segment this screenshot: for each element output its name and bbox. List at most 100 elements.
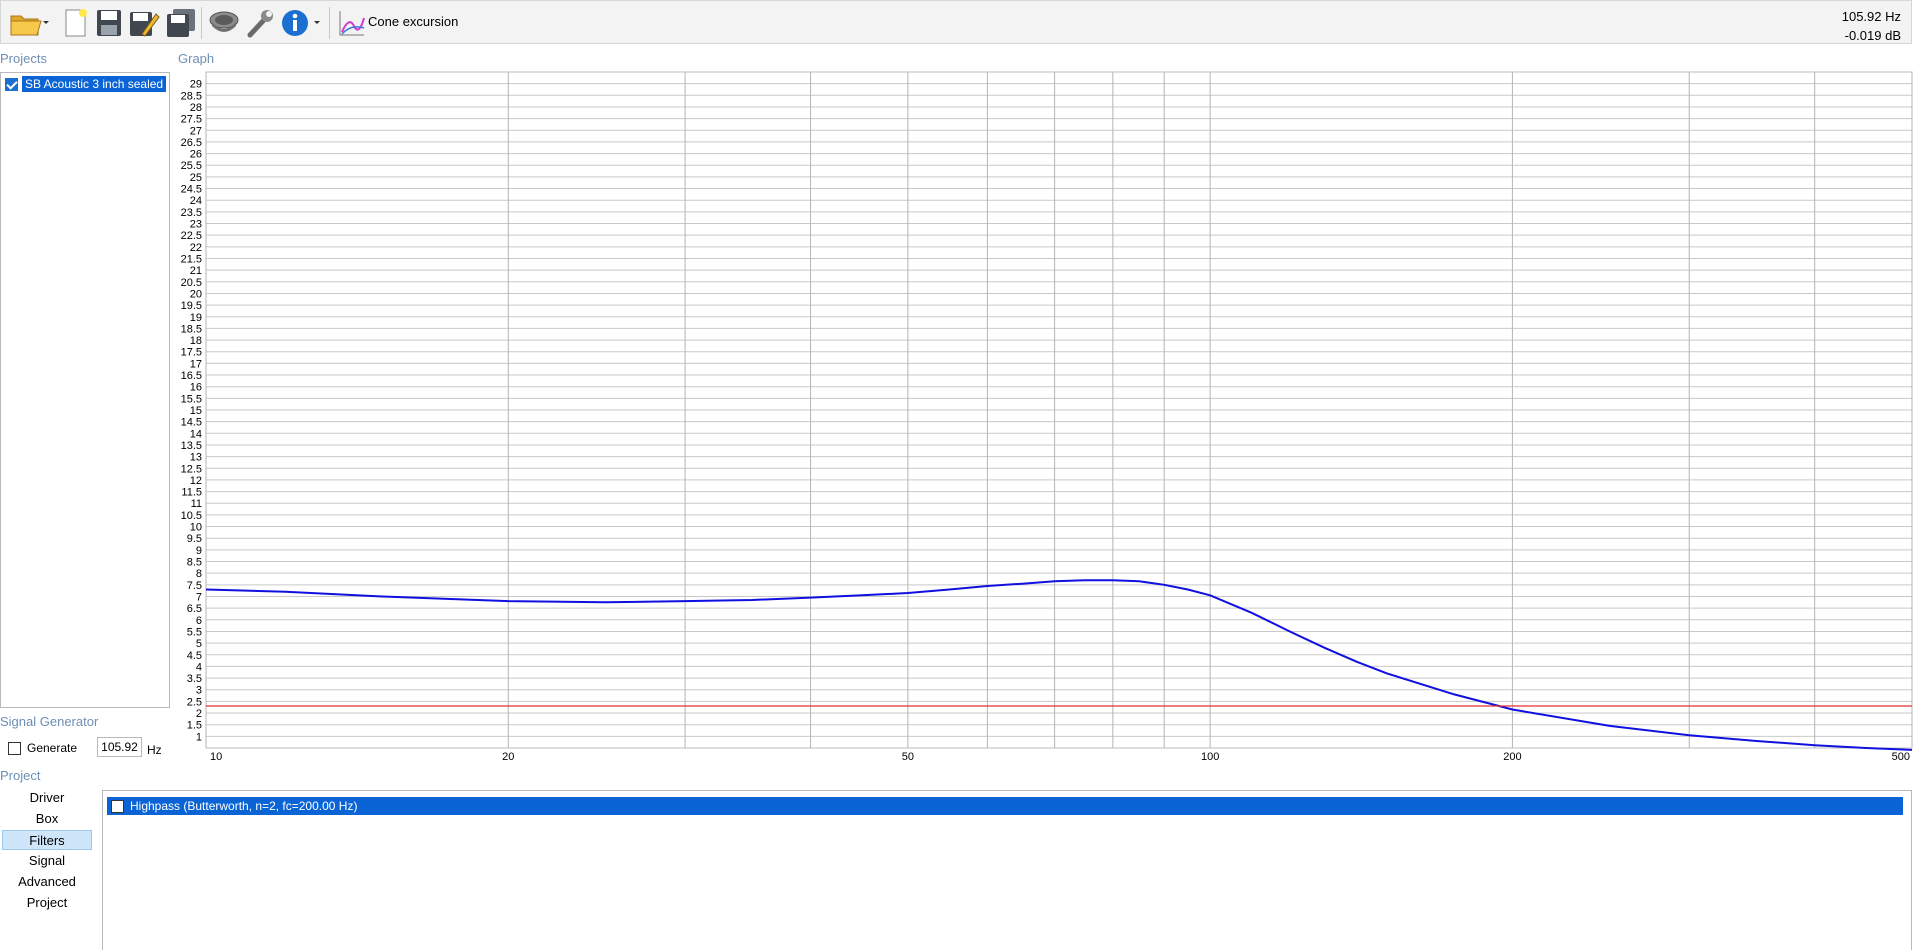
toolbar-separator — [201, 7, 202, 39]
save-button[interactable] — [91, 5, 127, 41]
readout-level: -0.019 dB — [1844, 28, 1901, 43]
y-tick-label: 10 — [190, 522, 202, 534]
nav-box[interactable]: Box — [2, 809, 92, 829]
new-project-button[interactable] — [57, 5, 93, 41]
y-tick-label: 20 — [190, 288, 202, 300]
open-project-button[interactable] — [7, 5, 51, 41]
project-item[interactable]: SB Acoustic 3 inch sealed — [5, 75, 167, 93]
save-as-button[interactable] — [126, 5, 162, 41]
y-tick-label: 1.5 — [187, 720, 202, 732]
frequency-input[interactable]: 105.92 — [97, 737, 142, 757]
y-tick-label: 5.5 — [187, 626, 202, 638]
filter-item[interactable]: Highpass (Butterworth, n=2, fc=200.00 Hz… — [107, 797, 1903, 815]
y-tick-label: 6.5 — [187, 603, 202, 615]
filter-checkbox[interactable] — [111, 799, 124, 813]
y-tick-label: 22 — [190, 242, 202, 254]
settings-button[interactable] — [242, 5, 278, 41]
project-panel-title: Project — [0, 768, 41, 783]
y-tick-label: 6 — [196, 615, 202, 627]
y-tick-label: 23 — [190, 219, 202, 231]
graph-panel[interactable]: 1 1.5 2 2.5 3 3.5 4 4.5 5 5.5 6 6.5 7 7.5 8 8.5 9 9.5 10 10… — [170, 60, 1914, 763]
y-tick-label: 3 — [196, 685, 202, 697]
project-label[interactable]: SB Acoustic 3 inch sealed — [22, 76, 167, 92]
y-tick-label: 19.5 — [181, 300, 202, 312]
y-tick-label: 26 — [190, 149, 202, 161]
wrench-icon — [247, 10, 273, 38]
y-tick-label: 11 — [191, 498, 202, 510]
y-tick-label: 25 — [190, 172, 202, 184]
filter-label: Highpass (Butterworth, n=2, fc=200.00 Hz… — [130, 799, 358, 813]
y-tick-label: 16 — [190, 382, 202, 394]
y-tick-label: 24 — [190, 195, 202, 207]
y-tick-label: 26.5 — [181, 137, 202, 149]
y-tick-label: 4 — [196, 661, 202, 673]
chart-icon — [339, 11, 365, 36]
y-tick-label: 2 — [196, 708, 202, 720]
y-tick-label: 22.5 — [181, 230, 202, 242]
toolbar-separator — [329, 7, 330, 39]
nav-project[interactable]: Project — [2, 893, 92, 913]
y-tick-label: 23.5 — [181, 207, 202, 219]
new-file-icon — [65, 9, 87, 37]
y-tick-label: 12 — [190, 475, 202, 487]
nav-driver[interactable]: Driver — [2, 788, 92, 808]
frequency-unit: Hz — [147, 743, 162, 757]
y-tick-label: 5 — [196, 638, 202, 650]
nav-filters[interactable]: Filters — [2, 830, 92, 850]
cone-excursion-chart[interactable]: 11.522.533.544.555.566.577.588.599.51010… — [170, 60, 1914, 763]
y-tick-label: 21.5 — [181, 253, 202, 265]
generate-toggle[interactable]: Generate — [8, 741, 77, 755]
generate-checkbox[interactable] — [8, 741, 21, 755]
y-tick-label: 16.5 — [181, 370, 202, 382]
y-tick-label: 10.5 — [181, 510, 202, 522]
graph-select-label[interactable]: Cone excursion — [368, 14, 458, 29]
y-tick-label: 13 — [190, 452, 202, 464]
x-tick-label: 50 — [902, 751, 914, 760]
toolbar: Cone excursion 105.92 Hz -0.019 dB — [0, 0, 1912, 44]
cursor-readout: 105.92 Hz -0.019 dB — [1842, 7, 1901, 45]
projects-list: SB Acoustic 3 inch sealed — [0, 72, 170, 708]
y-tick-label: 9 — [196, 545, 202, 557]
y-tick-label: 27 — [190, 125, 202, 137]
y-tick-label: 20.5 — [181, 277, 202, 289]
y-tick-label: 7.5 — [187, 580, 202, 592]
y-tick-label: 2.5 — [187, 696, 202, 708]
y-tick-label: 28 — [190, 102, 202, 114]
graph-select-button[interactable] — [334, 5, 370, 41]
info-button[interactable] — [279, 5, 323, 41]
driver-button[interactable] — [206, 5, 242, 41]
y-tick-label: 29 — [190, 79, 202, 91]
save-icon — [97, 10, 121, 36]
x-tick-label: 500 — [1892, 751, 1910, 760]
y-tick-label: 27.5 — [181, 114, 202, 126]
y-tick-label: 15.5 — [181, 393, 202, 405]
filters-list: Highpass (Butterworth, n=2, fc=200.00 Hz… — [102, 790, 1912, 950]
y-tick-label: 25.5 — [181, 160, 202, 172]
y-tick-label: 4.5 — [187, 650, 202, 662]
y-tick-label: 15 — [190, 405, 202, 417]
y-tick-label: 12.5 — [181, 463, 202, 475]
y-tick-label: 1 — [196, 731, 202, 743]
nav-signal[interactable]: Signal — [2, 851, 92, 871]
x-tick-label: 20 — [502, 751, 514, 760]
signal-generator-title: Signal Generator — [0, 714, 99, 729]
y-tick-label: 24.5 — [181, 184, 202, 196]
y-tick-label: 28.5 — [181, 90, 202, 102]
x-tick-label: 100 — [1201, 751, 1219, 760]
y-tick-label: 14.5 — [181, 417, 202, 429]
projects-title: Projects — [0, 51, 47, 66]
nav-advanced[interactable]: Advanced — [2, 872, 92, 892]
x-tick-label: 10 — [210, 751, 222, 760]
open-folder-icon — [10, 15, 49, 36]
y-tick-label: 21 — [190, 265, 202, 277]
y-tick-label: 17 — [190, 358, 202, 370]
project-checkbox[interactable] — [5, 77, 18, 91]
y-tick-label: 14 — [190, 428, 202, 440]
info-icon — [282, 10, 320, 36]
generate-label: Generate — [27, 741, 78, 755]
readout-frequency: 105.92 Hz — [1841, 9, 1901, 24]
y-tick-label: 11.5 — [181, 487, 202, 499]
save-all-button[interactable] — [163, 5, 199, 41]
y-tick-label: 18.5 — [181, 323, 202, 335]
y-tick-label: 13.5 — [181, 440, 202, 452]
